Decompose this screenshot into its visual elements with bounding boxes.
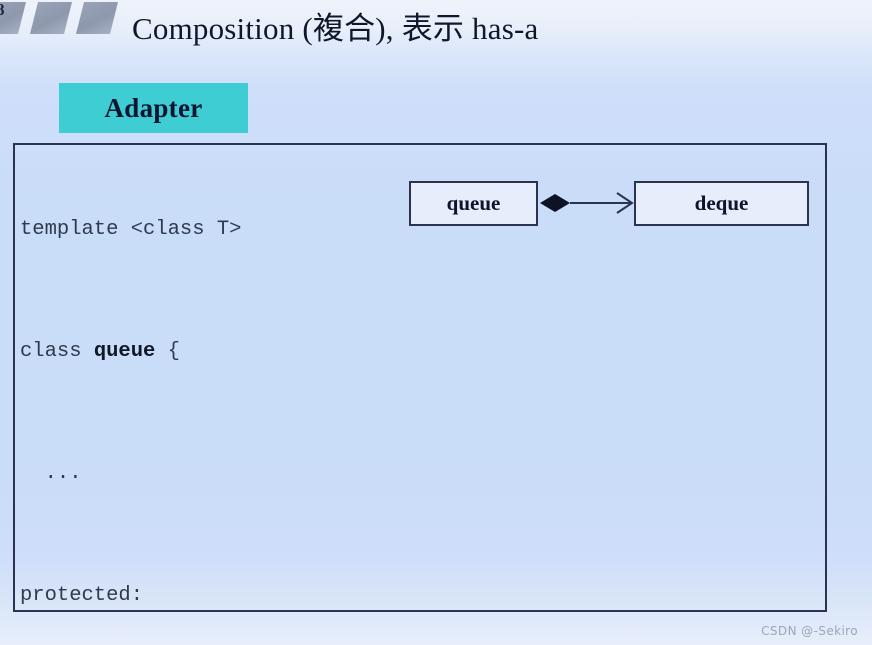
uml-class-box-queue: queue <box>409 181 538 226</box>
code-text: template <class T> <box>20 218 242 241</box>
decorative-square-icon <box>30 2 72 34</box>
decorative-square-icon <box>76 2 118 34</box>
code-text: ... <box>20 462 82 485</box>
uml-composition-connector <box>538 181 634 226</box>
page-title: Composition (複合), 表示 has-a <box>132 11 539 46</box>
composition-arrow-icon <box>540 192 634 214</box>
code-text: protected: <box>20 584 144 607</box>
adapter-banner-label: Adapter <box>104 92 203 123</box>
uml-class-box-deque: deque <box>634 181 809 226</box>
code-keyword: queue <box>93 340 156 363</box>
uml-class-label: deque <box>694 191 749 215</box>
code-line: class queue { <box>20 337 820 368</box>
code-text: class <box>20 340 94 363</box>
adapter-banner: Adapter <box>59 83 248 133</box>
page-number: 8 <box>0 0 5 19</box>
code-text: { <box>155 340 180 363</box>
slide-canvas: 8 Composition (複合), 表示 has-a Adapter tem… <box>0 0 872 645</box>
code-line: protected: <box>20 581 820 612</box>
uml-composition-diagram: queue deque <box>409 181 809 229</box>
uml-class-label: queue <box>446 191 501 215</box>
watermark: CSDN @-Sekiro <box>761 624 858 638</box>
decorative-squares: 8 <box>0 0 130 38</box>
code-line: ... <box>20 459 820 490</box>
